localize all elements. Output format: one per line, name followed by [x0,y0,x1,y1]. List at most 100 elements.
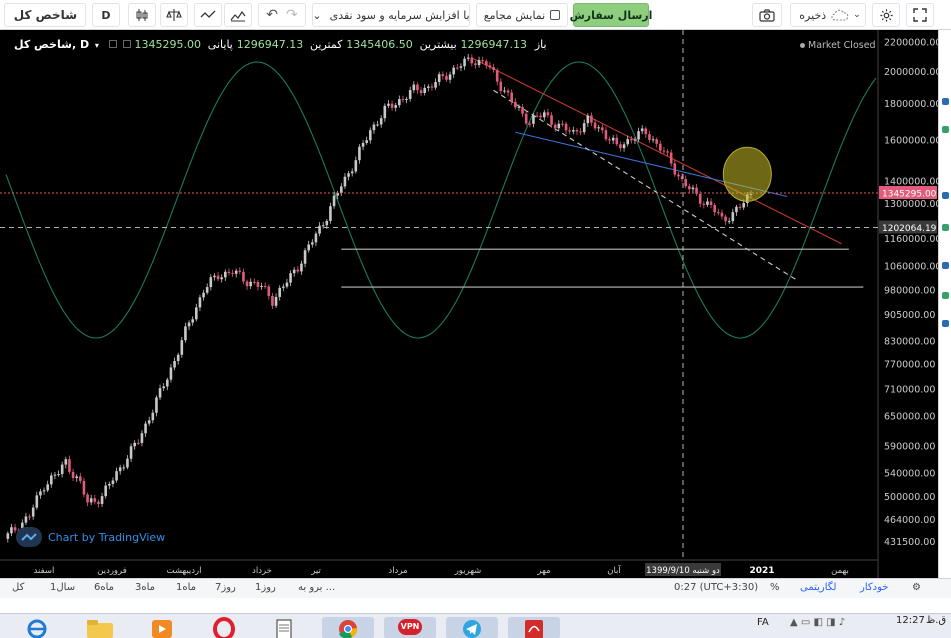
candle-body [387,103,390,106]
range-1y[interactable]: 1سال [50,582,75,593]
adjustment-select[interactable]: ⌄ با افزایش سرمایه و سود نقدی [312,3,470,27]
time-tick-label: اردیبهشت [166,566,201,576]
vpn-app-icon[interactable]: VPN [384,617,436,638]
interval-button[interactable]: D [92,3,120,27]
clock[interactable]: 12:27 [896,615,925,626]
candle-body [677,174,680,177]
goto-date-button[interactable]: برو به ... [298,582,335,593]
notepad-icon[interactable] [268,617,304,638]
candle-body [296,269,300,272]
compare-button[interactable] [194,3,222,27]
candle-body [271,295,274,306]
chevron-down-icon[interactable]: ▾ [95,41,99,50]
candle-body [245,281,249,287]
candle-body [724,216,727,222]
candle-body [220,277,223,280]
send-order-button[interactable]: ارسال سفارش [570,3,652,27]
legend-low-label: کمترین [310,38,343,51]
chart-type-button[interactable] [128,3,156,27]
media-player-icon[interactable] [146,617,182,638]
undo-icon[interactable]: ↶ [266,7,278,23]
sidebar-item-icon[interactable] [942,292,949,299]
language-indicator[interactable]: FA [757,617,769,628]
opera-icon[interactable] [208,617,244,638]
symbol-search[interactable]: شاخص کل [4,3,86,27]
candle-body [325,220,329,226]
price-tick-label: 1600000.00 [884,135,941,146]
candle-body [282,286,285,288]
sidebar-item-icon[interactable] [942,98,949,105]
candle-body [492,67,495,70]
candle-body [466,57,470,59]
candle-body [256,281,260,287]
range-all[interactable]: کل [12,582,24,593]
candle-body [419,90,423,93]
candle-body [651,139,655,141]
tray-icons[interactable]: ▲ ▭ ◧ ◨ ♪ [790,617,845,628]
undo-redo-group[interactable]: ↶ ↷ [258,3,306,27]
cumulative-toggle[interactable]: نمایش مجامع [476,3,568,27]
price-tick-label: 1160000.00 [884,234,941,245]
sidebar-item-icon[interactable] [942,126,949,133]
candle-body [550,115,553,125]
folder-icon[interactable] [84,617,120,638]
highlight-circle [722,146,772,202]
range-7d[interactable]: 7روز [215,582,236,593]
chart-container[interactable]: 2200000.00 2000000.00 1800000.00 1600000.00… [0,30,951,578]
candle-body [626,139,629,145]
candle-body [318,225,321,234]
legend-line: شاخص کل, D ▾ باز 1296947.13 بیشترین 1345… [14,38,547,51]
interval-label: D [101,8,111,22]
templates-button[interactable] [160,3,188,27]
sidebar-item-icon[interactable] [942,320,949,327]
gear-icon[interactable]: ⚙ [912,582,921,593]
indicators-button[interactable] [224,3,252,27]
save-button[interactable]: ذخیره ⌄ [790,3,866,27]
percent-toggle[interactable]: % [770,582,780,593]
legend-settings-icon[interactable] [122,40,131,48]
fullscreen-button[interactable] [906,3,934,27]
candle-body [93,498,97,502]
candle-body [630,139,633,141]
price-chart[interactable]: 2200000.00 2000000.00 1800000.00 1600000.00… [0,30,951,578]
range-3m[interactable]: 3ماه [135,582,155,593]
range-1d[interactable]: 1روز [255,582,276,593]
time-tick-label: خرداد [252,566,272,576]
legend-toggle-icon[interactable] [108,40,117,48]
candle-body [459,66,463,68]
settings-button[interactable] [872,3,900,27]
sidebar-item-icon[interactable] [942,224,949,231]
candle-body [198,297,202,308]
snapshot-button[interactable] [752,3,782,27]
chrome-icon[interactable] [322,617,374,638]
candle-body [394,105,397,108]
time-tick-label: مهر [536,566,550,576]
candle-body [289,273,292,283]
ie-icon[interactable] [22,617,58,638]
redo-icon[interactable]: ↷ [286,7,298,23]
year-tick-label: 2021 [749,566,774,576]
pdf-reader-icon[interactable] [508,617,560,638]
timezone-label[interactable]: 0:27 (UTC+3:30) [674,582,758,593]
market-status: Market Closed [800,40,876,51]
candle-body [405,98,408,100]
tradingview-watermark[interactable]: Chart by TradingView [16,527,165,547]
log-toggle[interactable]: لگاریتمی [800,582,836,593]
candle-body [100,496,104,504]
telegram-icon[interactable] [446,617,498,638]
candle-body [727,221,731,223]
time-tick-label: اسفند [34,566,55,576]
price-tick-label: 1400000.00 [884,176,941,187]
candle-body [314,233,318,243]
auto-toggle[interactable]: خودکار [860,582,888,593]
sidebar-item-icon[interactable] [942,262,949,269]
sidebar-item-icon[interactable] [942,192,949,199]
range-1m[interactable]: 1ماه [176,582,196,593]
candle-body [452,67,455,75]
checkbox[interactable] [550,10,561,20]
candle-body [361,142,365,147]
range-6m[interactable]: 6ماه [94,582,114,593]
candle-body [24,516,28,523]
candle-body [285,282,289,287]
candle-body [662,150,666,152]
